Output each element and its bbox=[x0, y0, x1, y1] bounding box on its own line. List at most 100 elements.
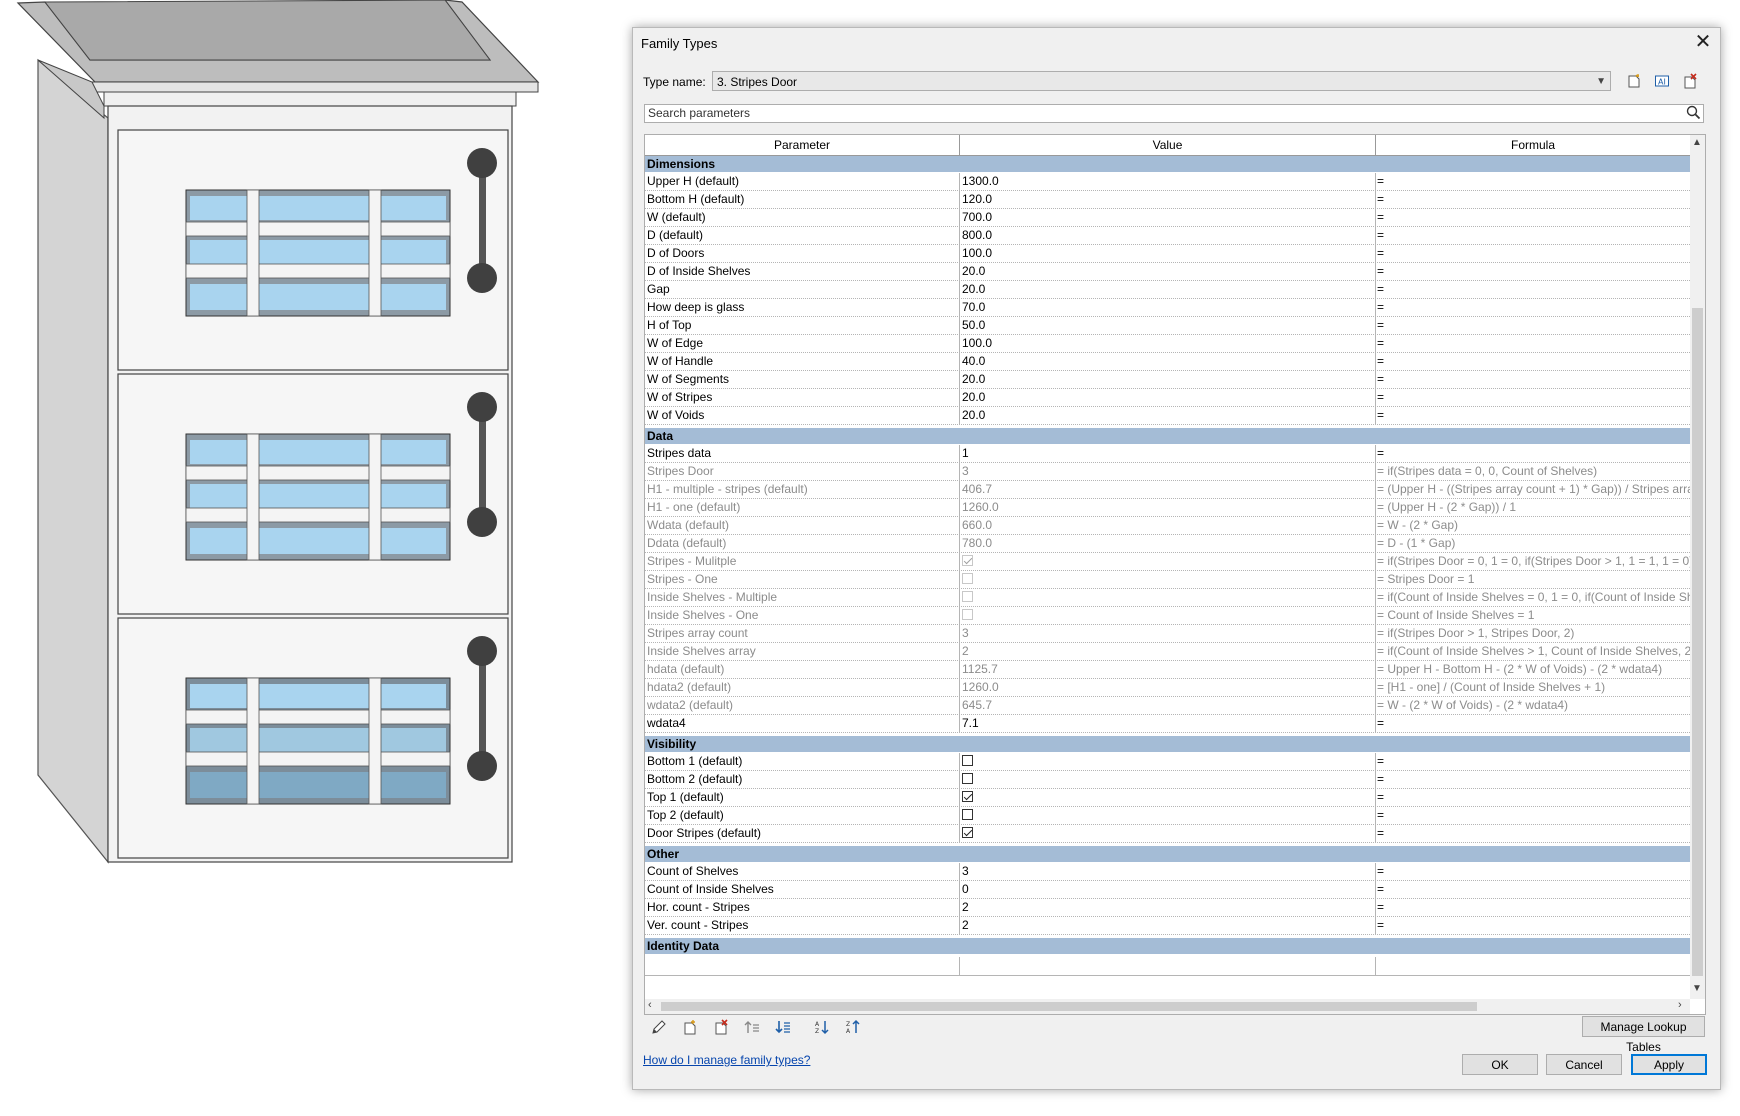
parameter-value-cell[interactable]: 20.0 bbox=[960, 371, 1376, 388]
table-row[interactable]: Count of Inside Shelves 0 = bbox=[645, 881, 1690, 899]
table-row[interactable]: Stripes data 1 = bbox=[645, 445, 1690, 463]
table-row[interactable]: Stripes - One = Stripes Door = 1 bbox=[645, 571, 1690, 589]
parameter-formula-cell[interactable]: = bbox=[1376, 825, 1690, 842]
parameter-value-cell[interactable]: 20.0 bbox=[960, 389, 1376, 406]
parameter-formula-cell[interactable]: = Stripes Door = 1 bbox=[1376, 571, 1690, 588]
parameter-formula-cell[interactable]: = bbox=[1376, 245, 1690, 262]
table-row[interactable]: Bottom 2 (default) = bbox=[645, 771, 1690, 789]
vertical-scrollbar[interactable]: ▲ ▼ bbox=[1690, 135, 1705, 999]
parameter-formula-cell[interactable]: = bbox=[1376, 335, 1690, 352]
parameter-formula-cell[interactable]: = bbox=[1376, 881, 1690, 898]
column-header-formula[interactable]: Formula bbox=[1376, 135, 1690, 155]
parameter-formula-cell[interactable]: = bbox=[1376, 445, 1690, 462]
table-row[interactable]: Bottom H (default) 120.0 = bbox=[645, 191, 1690, 209]
parameter-value-cell[interactable]: 120.0 bbox=[960, 191, 1376, 208]
parameter-formula-cell[interactable]: = bbox=[1376, 389, 1690, 406]
parameter-value-cell[interactable]: 20.0 bbox=[960, 281, 1376, 298]
parameter-checkbox[interactable] bbox=[962, 755, 973, 767]
close-icon[interactable]: ✕ bbox=[1692, 30, 1714, 54]
parameter-formula-cell[interactable]: = if(Stripes Door = 0, 1 = 0, if(Stripes… bbox=[1376, 553, 1690, 570]
parameter-value-cell[interactable]: 3 bbox=[960, 863, 1376, 880]
parameter-checkbox[interactable] bbox=[962, 809, 973, 821]
vertical-scroll-thumb[interactable] bbox=[1692, 308, 1703, 976]
parameter-formula-cell[interactable]: = if(Stripes Door > 1, Stripes Door, 2) bbox=[1376, 625, 1690, 642]
parameter-value-cell[interactable]: 1 bbox=[960, 445, 1376, 462]
parameter-formula-cell[interactable]: = bbox=[1376, 263, 1690, 280]
table-row[interactable]: H1 - one (default) 1260.0 = (Upper H - (2 … bbox=[645, 499, 1690, 517]
sort-descending-icon[interactable]: ZA bbox=[841, 1015, 865, 1039]
type-name-dropdown[interactable]: 3. Stripes Door ▼ bbox=[712, 71, 1611, 91]
table-row[interactable]: Top 2 (default) = bbox=[645, 807, 1690, 825]
search-icon[interactable] bbox=[1686, 105, 1701, 125]
table-row[interactable]: W of Segments 20.0 = bbox=[645, 371, 1690, 389]
horizontal-scroll-thumb[interactable] bbox=[661, 1002, 1477, 1011]
table-row[interactable]: Wdata (default) 660.0 = W - (2 * Gap) bbox=[645, 517, 1690, 535]
table-row[interactable]: Bottom 1 (default) = bbox=[645, 753, 1690, 771]
table-row[interactable]: D of Inside Shelves 20.0 = bbox=[645, 263, 1690, 281]
search-parameters-input[interactable]: Search parameters bbox=[644, 104, 1704, 123]
column-header-value[interactable]: Value bbox=[960, 135, 1376, 155]
parameter-formula-cell[interactable]: = bbox=[1376, 299, 1690, 316]
new-type-icon[interactable] bbox=[1622, 69, 1646, 93]
parameter-formula-cell[interactable]: = bbox=[1376, 917, 1690, 934]
parameter-value-cell[interactable]: 2 bbox=[960, 917, 1376, 934]
parameter-formula-cell[interactable]: = D - (1 * Gap) bbox=[1376, 535, 1690, 552]
table-row[interactable]: hdata (default) 1125.7 = Upper H - Bottom … bbox=[645, 661, 1690, 679]
parameter-formula-cell[interactable]: = Upper H - Bottom H - (2 * W of Voids) … bbox=[1376, 661, 1690, 678]
delete-type-icon[interactable] bbox=[1678, 69, 1702, 93]
cancel-button[interactable]: Cancel bbox=[1546, 1054, 1622, 1075]
parameter-value-cell[interactable]: 70.0 bbox=[960, 299, 1376, 316]
table-row[interactable]: Ver. count - Stripes 2 = bbox=[645, 917, 1690, 935]
table-row[interactable]: Stripes array count 3 = if(Stripes Door > … bbox=[645, 625, 1690, 643]
parameter-formula-cell[interactable]: = bbox=[1376, 753, 1690, 770]
table-row[interactable]: Count of Shelves 3 = bbox=[645, 863, 1690, 881]
table-row[interactable]: Ddata (default) 780.0 = D - (1 * Gap) bbox=[645, 535, 1690, 553]
table-row[interactable]: Stripes Door 3 = if(Stripes data = 0, 0, C… bbox=[645, 463, 1690, 481]
column-header-parameter[interactable]: Parameter bbox=[645, 135, 960, 155]
table-row[interactable]: W (default) 700.0 = bbox=[645, 209, 1690, 227]
parameter-formula-cell[interactable]: = bbox=[1376, 371, 1690, 388]
section-header-visibility[interactable]: Visibility bbox=[645, 736, 1690, 753]
delete-parameter-icon[interactable] bbox=[709, 1015, 733, 1039]
sort-ascending-icon[interactable]: AZ bbox=[810, 1015, 834, 1039]
table-row[interactable]: Upper H (default) 1300.0 = bbox=[645, 173, 1690, 191]
parameter-checkbox[interactable] bbox=[962, 791, 973, 803]
edit-parameter-icon[interactable] bbox=[647, 1015, 671, 1039]
table-row[interactable]: Gap 20.0 = bbox=[645, 281, 1690, 299]
new-parameter-icon[interactable] bbox=[678, 1015, 702, 1039]
scroll-down-icon[interactable]: ▼ bbox=[1692, 983, 1702, 994]
horizontal-scrollbar[interactable]: ‹ › bbox=[645, 999, 1690, 1014]
parameter-value-cell[interactable]: 800.0 bbox=[960, 227, 1376, 244]
parameter-formula-cell[interactable]: = bbox=[1376, 317, 1690, 334]
parameter-formula-cell[interactable]: = if(Count of Inside Shelves = 0, 1 = 0,… bbox=[1376, 589, 1690, 606]
move-up-icon[interactable] bbox=[740, 1015, 764, 1039]
parameter-formula-cell[interactable]: = bbox=[1376, 789, 1690, 806]
parameter-formula-cell[interactable]: = bbox=[1376, 173, 1690, 190]
table-row[interactable]: Stripes - Mulitple = if(Stripes Door = 0,… bbox=[645, 553, 1690, 571]
table-row[interactable]: wdata2 (default) 645.7 = W - (2 * W of Voi… bbox=[645, 697, 1690, 715]
parameter-formula-cell[interactable]: = bbox=[1376, 899, 1690, 916]
manage-lookup-tables-button[interactable]: Manage Lookup Tables bbox=[1582, 1016, 1705, 1054]
table-row[interactable]: wdata4 7.1 = bbox=[645, 715, 1690, 733]
table-row[interactable]: H of Top 50.0 = bbox=[645, 317, 1690, 335]
parameter-value-cell[interactable]: 100.0 bbox=[960, 245, 1376, 262]
parameter-formula-cell[interactable]: = bbox=[1376, 715, 1690, 732]
table-row[interactable]: Top 1 (default) = bbox=[645, 789, 1690, 807]
table-row[interactable]: D of Doors 100.0 = bbox=[645, 245, 1690, 263]
parameter-value-cell[interactable]: 100.0 bbox=[960, 335, 1376, 352]
table-row[interactable]: Hor. count - Stripes 2 = bbox=[645, 899, 1690, 917]
table-row[interactable]: W of Voids 20.0 = bbox=[645, 407, 1690, 425]
table-row[interactable]: Inside Shelves - One = Count of Inside Sh… bbox=[645, 607, 1690, 625]
apply-button[interactable]: Apply bbox=[1631, 1054, 1707, 1075]
table-row[interactable]: How deep is glass 70.0 = bbox=[645, 299, 1690, 317]
parameter-formula-cell[interactable]: = W - (2 * W of Voids) - (2 * wdata4) bbox=[1376, 697, 1690, 714]
parameter-formula-cell[interactable]: = bbox=[1376, 407, 1690, 424]
parameter-value-cell[interactable]: 40.0 bbox=[960, 353, 1376, 370]
parameter-formula-cell[interactable]: = if(Count of Inside Shelves > 1, Count … bbox=[1376, 643, 1690, 660]
help-link[interactable]: How do I manage family types? bbox=[643, 1053, 810, 1067]
parameter-formula-cell[interactable]: = Count of Inside Shelves = 1 bbox=[1376, 607, 1690, 624]
section-header-data[interactable]: Data bbox=[645, 428, 1690, 445]
table-row[interactable]: Inside Shelves - Multiple = if(Count of I… bbox=[645, 589, 1690, 607]
parameter-formula-cell[interactable]: = W - (2 * Gap) bbox=[1376, 517, 1690, 534]
table-row[interactable]: D (default) 800.0 = bbox=[645, 227, 1690, 245]
